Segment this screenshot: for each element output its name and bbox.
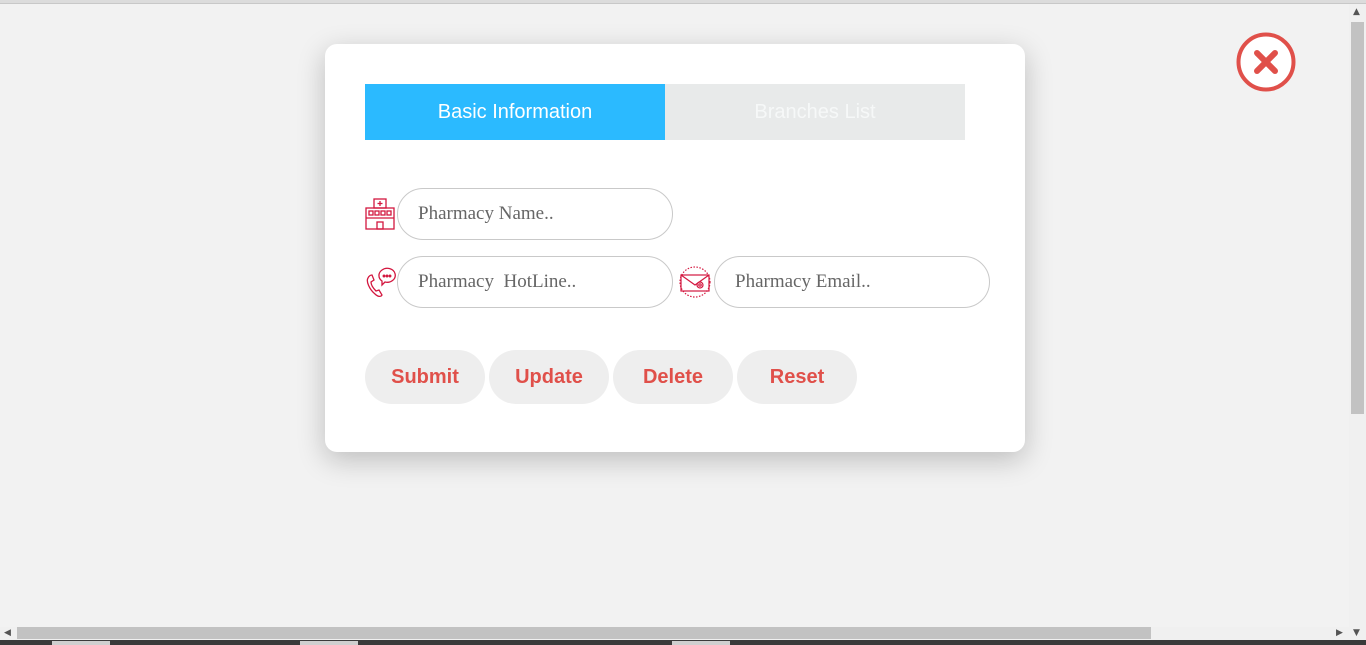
- scroll-up-arrow-icon[interactable]: ▲: [1353, 8, 1360, 17]
- vertical-scroll-thumb[interactable]: [1351, 22, 1364, 414]
- hospital-icon: [363, 197, 397, 231]
- horizontal-scrollbar[interactable]: ◀ ▶: [0, 627, 1349, 640]
- pharmacy-hotline-row: [363, 256, 990, 308]
- pharmacy-hotline-input[interactable]: [397, 256, 673, 308]
- taskbar-strip: [0, 640, 1366, 645]
- phone-icon: [363, 265, 397, 299]
- pharmacy-email-input[interactable]: [714, 256, 990, 308]
- action-buttons: Submit Update Delete Reset: [365, 350, 857, 404]
- tab-basic-information[interactable]: Basic Information: [365, 84, 665, 140]
- scroll-right-arrow-icon[interactable]: ▶: [1336, 629, 1343, 638]
- taskbar-item[interactable]: [672, 641, 730, 645]
- update-button[interactable]: Update: [489, 350, 609, 404]
- tab-branches-list[interactable]: Branches List: [665, 84, 965, 140]
- pharmacy-name-input[interactable]: [397, 188, 673, 240]
- delete-button[interactable]: Delete: [613, 350, 733, 404]
- reset-button[interactable]: Reset: [737, 350, 857, 404]
- tab-bar: Basic Information Branches List: [365, 84, 965, 140]
- taskbar-item[interactable]: [300, 641, 358, 645]
- vertical-scrollbar[interactable]: ▲: [1349, 4, 1366, 627]
- close-icon: [1236, 32, 1296, 92]
- scroll-down-arrow-icon[interactable]: ▼: [1353, 629, 1360, 638]
- scroll-left-arrow-icon[interactable]: ◀: [4, 629, 11, 638]
- submit-button[interactable]: Submit: [365, 350, 485, 404]
- horizontal-scroll-thumb[interactable]: [17, 627, 1151, 639]
- email-icon: [678, 265, 712, 299]
- scrollbar-corner: ▼: [1349, 627, 1366, 640]
- pharmacy-modal: Basic Information Branches List Pharmacy…: [325, 44, 1025, 452]
- pharmacy-name-row: [363, 188, 673, 240]
- close-button[interactable]: [1236, 32, 1296, 92]
- taskbar-item[interactable]: [52, 641, 110, 645]
- browser-top-border: [0, 0, 1366, 4]
